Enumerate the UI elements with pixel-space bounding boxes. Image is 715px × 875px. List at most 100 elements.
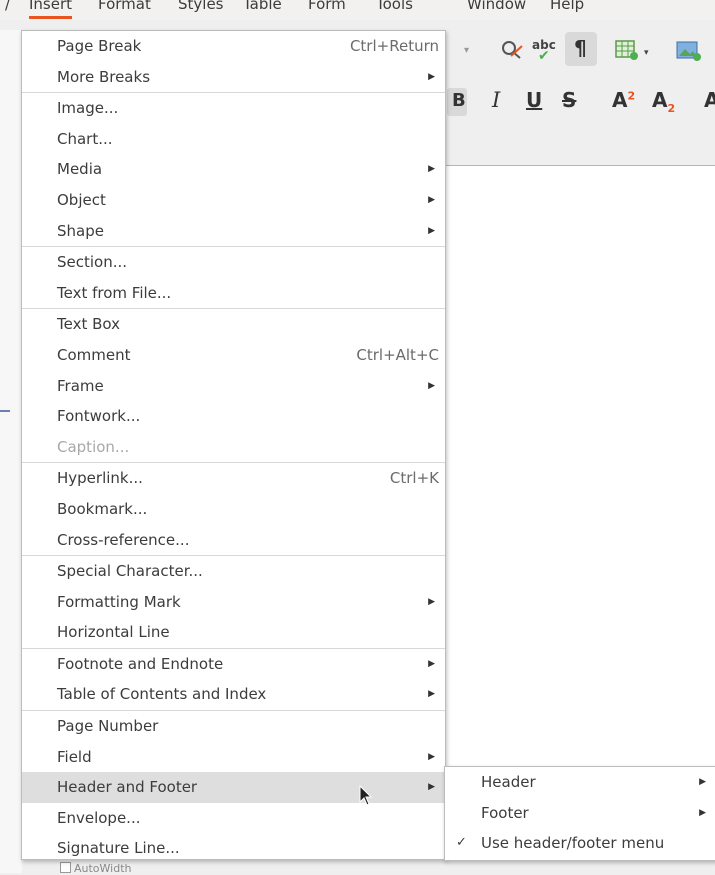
dropdown-arrow-icon[interactable]: ▾ [464,45,469,56]
menu-item-caption: Caption... [22,432,445,463]
menu-item-envelope[interactable]: Envelope... [22,803,445,834]
menu-item-text-from-file[interactable]: Text from File... [22,278,445,309]
submenu-item-header[interactable]: Header ▶ [445,767,715,798]
subscript-exponent: 2 [667,102,676,115]
insert-menu: Page Break Ctrl+Return More Breaks ▶ Image… [21,30,446,860]
menu-item-hyperlink[interactable]: Hyperlink... Ctrl+K [22,462,445,494]
menu-item-special-character[interactable]: Special Character... [22,555,445,587]
header-footer-submenu: Header ▶ Footer ▶ ✓ Use header/footer menu [444,766,715,861]
menu-item-section[interactable]: Section... [22,246,445,278]
menu-item-toc-index[interactable]: Table of Contents and Index ▶ [22,679,445,710]
menu-form[interactable]: Form [308,0,346,16]
menu-item-label: Comment [57,345,131,364]
submenu-item-use-header-footer-menu[interactable]: ✓ Use header/footer menu [445,828,715,859]
menu-item-label: Object [57,190,106,209]
menu-item-label: Footer [481,803,529,822]
insert-table-icon[interactable] [614,38,640,62]
menu-item-field[interactable]: Field ▶ [22,742,445,773]
mouse-cursor-icon [359,785,373,806]
menu-item-label: Envelope... [57,808,141,827]
menu-item-label: Hyperlink... [57,469,143,488]
menu-item-page-number[interactable]: Page Number [22,710,445,742]
menu-item-label: Image... [57,99,119,118]
table-dropdown-icon[interactable]: ▾ [644,48,649,58]
submenu-arrow-icon: ▶ [428,71,435,82]
menu-item-object[interactable]: Object ▶ [22,185,445,216]
spelling-icon[interactable]: abc ✔ [532,36,560,64]
strikethrough-button[interactable]: S [562,88,576,112]
menu-table[interactable]: Table [243,0,282,16]
font-color-button-partial[interactable]: A [704,88,715,112]
insert-image-icon[interactable] [676,40,702,62]
menu-format[interactable]: Format [98,0,151,16]
menu-item-label: Use header/footer menu [481,834,665,852]
menu-item-text-box[interactable]: Text Box [22,308,445,340]
menu-item-label: Chart... [57,129,113,148]
menu-item-label: Media [57,160,103,179]
pilcrow-icon[interactable]: ¶ [574,36,587,60]
menu-item-label: Footnote and Endnote [57,654,224,673]
menu-item-label: Special Character... [57,562,203,581]
menu-item-label: Header and Footer [57,778,198,797]
menu-item-bookmark[interactable]: Bookmark... [22,494,445,525]
submenu-arrow-icon: ▶ [428,658,435,669]
menu-item-formatting-mark[interactable]: Formatting Mark ▶ [22,587,445,618]
menu-item-label: Header [481,773,536,791]
menu-item-media[interactable]: Media ▶ [22,154,445,185]
menu-item-footnote-endnote[interactable]: Footnote and Endnote ▶ [22,647,445,680]
menu-help[interactable]: Help [550,0,584,16]
menu-item-chart[interactable]: Chart... [22,124,445,155]
left-margin [0,30,22,873]
subscript-letter: A [652,88,668,112]
submenu-item-footer[interactable]: Footer ▶ [445,798,715,829]
menu-insert[interactable]: Insert [29,0,73,19]
menu-item-label: Cross-reference... [57,530,190,549]
menu-item-page-break[interactable]: Page Break Ctrl+Return [22,31,445,62]
menu-item-image[interactable]: Image... [22,92,445,124]
subscript-button[interactable]: A2 [652,88,675,115]
submenu-arrow-icon: ▶ [428,751,435,762]
submenu-arrow-icon: ▶ [428,782,435,793]
submenu-arrow-icon: ▶ [428,689,435,700]
bold-button[interactable]: B [452,90,466,111]
menu-item-label: Section... [57,253,128,272]
superscript-letter: A [612,88,628,112]
menu-item-label: Page Break [57,37,142,55]
menu-item-shape[interactable]: Shape ▶ [22,216,445,247]
menu-item-label: Text Box [57,315,120,334]
menu-item-signature-line[interactable]: Signature Line... [22,833,445,864]
menu-partial[interactable]: / [5,0,10,16]
menu-item-horizontal-line[interactable]: Horizontal Line [22,617,445,648]
clone-formatting-icon[interactable] [500,38,526,62]
menu-item-header-footer[interactable]: Header and Footer ▶ [22,772,445,803]
ruler-marker [0,410,10,412]
menu-item-label: Bookmark... [57,499,148,518]
menu-item-label: Formatting Mark [57,592,181,611]
menu-window[interactable]: Window [467,0,526,16]
document-page[interactable] [444,165,715,766]
submenu-arrow-icon: ▶ [428,164,435,175]
menu-item-cross-reference[interactable]: Cross-reference... [22,525,445,556]
underline-button[interactable]: U [526,88,542,112]
submenu-arrow-icon: ▶ [428,380,435,391]
submenu-arrow-icon: ▶ [699,807,706,818]
menu-item-label: Frame [57,376,104,395]
submenu-arrow-icon: ▶ [428,225,435,236]
menu-item-label: Table of Contents and Index [57,685,267,704]
submenu-arrow-icon: ▶ [428,194,435,205]
check-icon: ✓ [456,835,467,850]
check-icon: ✔ [538,48,550,64]
superscript-exponent: 2 [627,89,636,103]
superscript-button[interactable]: A2 [612,88,635,112]
italic-button[interactable]: I [492,88,500,112]
menu-item-frame[interactable]: Frame ▶ [22,371,445,402]
menu-item-more-breaks[interactable]: More Breaks ▶ [22,62,445,93]
submenu-arrow-icon: ▶ [699,777,706,787]
shortcut-label: Ctrl+K [389,469,439,488]
menu-item-fontwork[interactable]: Fontwork... [22,401,445,432]
menu-item-comment[interactable]: Comment Ctrl+Alt+C [22,340,445,371]
menu-tools[interactable]: Tools [376,0,413,16]
menubar: / Insert Format Styles Table Form Tools … [0,0,715,20]
menu-item-label: Horizontal Line [57,623,170,642]
menu-styles[interactable]: Styles [178,0,224,16]
